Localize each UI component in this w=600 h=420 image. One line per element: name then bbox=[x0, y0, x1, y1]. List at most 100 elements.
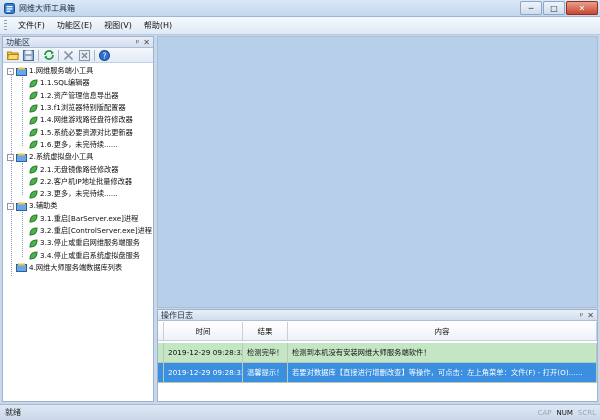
toolbar-separator bbox=[38, 49, 39, 61]
close-icon[interactable] bbox=[78, 49, 91, 61]
tree-label: 2.2.客户机IP地址批量修改器 bbox=[40, 176, 133, 186]
database-icon bbox=[16, 263, 27, 273]
tree-item-restart-controlserver[interactable]: 3.2.重启[ControlServer.exe]进程 bbox=[3, 225, 153, 237]
scroll-lock-indicator: SCRL bbox=[577, 408, 596, 417]
tree-item-more-1[interactable]: 1.6.更多，未完待续...... bbox=[3, 139, 153, 151]
tool-icon bbox=[16, 153, 27, 162]
tree-label: 2.系统虚拟盘小工具 bbox=[29, 152, 94, 162]
tree-label: 1.3.f1浏览器特别版配置器 bbox=[40, 103, 126, 113]
tree-item-resource-updater[interactable]: 1.5.系统必要资源对比更新器 bbox=[3, 126, 153, 138]
tree-label: 2.3.更多，未完待续...... bbox=[40, 189, 118, 199]
tree-group-auxiliary[interactable]: - 3.辅助类 bbox=[3, 200, 153, 212]
status-bar: 就绪 CAP NUM SCRL bbox=[0, 404, 600, 420]
tree-group-virtual-disk[interactable]: - 2.系统虚拟盘小工具 bbox=[3, 151, 153, 163]
menu-features[interactable]: 功能区(E) bbox=[51, 20, 98, 31]
menu-grip[interactable] bbox=[4, 19, 7, 32]
tree-item-restart-barserver[interactable]: 3.1.重启[BarServer.exe]进程 bbox=[3, 213, 153, 225]
menu-bar: 文件(F) 功能区(E) 视图(V) 帮助(H) bbox=[0, 17, 600, 35]
tree-item-vdisk-service[interactable]: 3.4.停止或重启系统虚拟盘服务 bbox=[3, 249, 153, 261]
tree-item-image-path[interactable]: 2.1.无盘镜像路径修改器 bbox=[3, 163, 153, 175]
keyboard-indicators: CAP NUM SCRL bbox=[533, 409, 596, 417]
leaf-icon bbox=[29, 165, 38, 174]
log-panel-header: 操作日志 ᵖ ✕ bbox=[158, 310, 597, 321]
column-header-result[interactable]: 结果 bbox=[243, 322, 288, 340]
tree-label: 3.2.重启[ControlServer.exe]进程 bbox=[40, 226, 152, 235]
tree-item-asset-export[interactable]: 1.2.资产管理信息导出器 bbox=[3, 90, 153, 102]
leaf-icon bbox=[29, 79, 38, 88]
window-title: 网维大师工具箱 bbox=[19, 3, 75, 13]
log-table-header: 时间 结果 内容 bbox=[158, 322, 597, 341]
pin-icon[interactable]: ᵖ bbox=[136, 38, 139, 47]
column-header-content[interactable]: 内容 bbox=[288, 322, 597, 340]
collapse-icon[interactable]: - bbox=[7, 153, 14, 161]
tree-label: 3.4.停止或重启系统虚拟盘服务 bbox=[40, 250, 140, 260]
log-panel-controls: ᵖ ✕ bbox=[576, 311, 594, 320]
leaf-icon bbox=[29, 251, 38, 260]
leaf-icon bbox=[29, 177, 38, 186]
leaf-icon bbox=[29, 140, 38, 149]
log-result: 温馨提示！ bbox=[243, 363, 288, 382]
tree-label: 1.6.更多，未完待续...... bbox=[40, 139, 118, 149]
menu-help[interactable]: 帮助(H) bbox=[138, 20, 178, 31]
refresh-icon[interactable] bbox=[42, 49, 55, 61]
tree-label: 1.5.系统必要资源对比更新器 bbox=[40, 127, 133, 137]
log-time: 2019-12-29 09:28:32 bbox=[164, 363, 243, 382]
leaf-icon bbox=[29, 91, 38, 100]
tool-icon bbox=[16, 202, 27, 211]
delete-icon[interactable] bbox=[62, 49, 75, 61]
caps-lock-indicator: CAP bbox=[537, 408, 552, 417]
close-window-button[interactable]: ✕ bbox=[566, 1, 598, 15]
minimize-button[interactable]: ─ bbox=[520, 1, 542, 15]
function-panel-controls: ᵖ ✕ bbox=[132, 38, 150, 47]
tree-group-database-list[interactable]: 4.网维大师服务端数据库列表 bbox=[3, 262, 153, 274]
pin-icon[interactable]: ᵖ bbox=[580, 311, 583, 320]
toolbar-separator bbox=[94, 49, 95, 61]
log-table: 时间 结果 内容 2019-12-29 09:28:32 检测完毕！ 检测到本机… bbox=[158, 322, 597, 383]
tree-label: 1.网维服务端小工具 bbox=[29, 66, 94, 76]
tree-item-game-path[interactable]: 1.4.网维游戏路径盘符修改器 bbox=[3, 114, 153, 126]
menu-file[interactable]: 文件(F) bbox=[12, 20, 51, 31]
title-bar: 网维大师工具箱 ─ □ ✕ bbox=[0, 0, 600, 17]
tree-label: 3.1.重启[BarServer.exe]进程 bbox=[40, 213, 139, 223]
tree-item-more-2[interactable]: 2.3.更多，未完待续...... bbox=[3, 188, 153, 200]
table-row[interactable]: 2019-12-29 09:28:32 检测完毕！ 检测到本机没有安装网维大师服… bbox=[158, 343, 597, 363]
save-icon[interactable] bbox=[22, 49, 35, 61]
function-panel: 功能区 ᵖ ✕ ? - 1.网维服务端小工具 1.1.SQL编辑器 1.2.资产… bbox=[2, 36, 154, 402]
leaf-icon bbox=[29, 214, 38, 223]
log-content: 检测到本机没有安装网维大师服务端软件！ bbox=[288, 343, 597, 362]
tree-item-sql-editor[interactable]: 1.1.SQL编辑器 bbox=[3, 77, 153, 89]
tool-icon bbox=[16, 67, 27, 76]
tree-item-ip-batch[interactable]: 2.2.客户机IP地址批量修改器 bbox=[3, 176, 153, 188]
menu-view[interactable]: 视图(V) bbox=[98, 20, 138, 31]
open-folder-icon[interactable] bbox=[6, 49, 19, 61]
tree-item-browser-config[interactable]: 1.3.f1浏览器特别版配置器 bbox=[3, 102, 153, 114]
tree-label: 3.辅助类 bbox=[29, 201, 58, 211]
collapse-icon[interactable]: - bbox=[7, 67, 14, 75]
leaf-icon bbox=[29, 128, 38, 137]
tree-label: 4.网维大师服务端数据库列表 bbox=[29, 262, 123, 272]
tree-item-server-service[interactable]: 3.3.停止或重启网维服务端服务 bbox=[3, 237, 153, 249]
maximize-button[interactable]: □ bbox=[543, 1, 565, 15]
window-controls: ─ □ ✕ bbox=[519, 1, 598, 15]
leaf-icon bbox=[29, 104, 38, 113]
log-time: 2019-12-29 09:28:32 bbox=[164, 343, 243, 362]
panel-close-icon[interactable]: ✕ bbox=[143, 38, 150, 47]
log-content: 若要对数据库【直接进行增删改查】等操作，可点击：左上角菜单：文件(F) - 打开… bbox=[288, 363, 597, 382]
function-toolbar: ? bbox=[3, 48, 153, 63]
log-panel: 操作日志 ᵖ ✕ 时间 结果 内容 2019-12-29 09:28:32 检测… bbox=[157, 309, 598, 402]
column-header-time[interactable]: 时间 bbox=[164, 322, 243, 340]
app-icon bbox=[4, 2, 15, 14]
collapse-icon[interactable]: - bbox=[7, 202, 14, 210]
tree-group-server-tools[interactable]: - 1.网维服务端小工具 bbox=[3, 65, 153, 77]
status-text: 就绪 bbox=[5, 408, 21, 417]
tree-label: 1.4.网维游戏路径盘符修改器 bbox=[40, 115, 133, 125]
toolbar-separator bbox=[58, 49, 59, 61]
table-row[interactable]: 2019-12-29 09:28:32 温馨提示！ 若要对数据库【直接进行增删改… bbox=[158, 363, 597, 383]
leaf-icon bbox=[29, 239, 38, 248]
num-lock-indicator: NUM bbox=[556, 408, 573, 417]
function-panel-title: 功能区 bbox=[6, 37, 30, 47]
panel-close-icon[interactable]: ✕ bbox=[587, 311, 594, 320]
tree-label: 1.2.资产管理信息导出器 bbox=[40, 90, 119, 100]
help-icon[interactable]: ? bbox=[98, 49, 111, 61]
leaf-icon bbox=[29, 226, 38, 236]
